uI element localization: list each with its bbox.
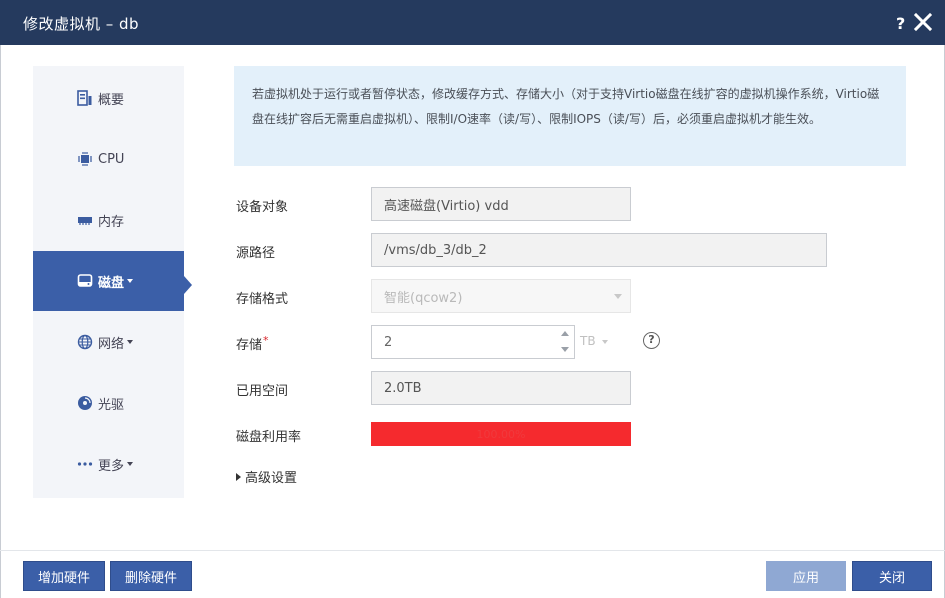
- disk-usage-text: 100.00%: [476, 427, 526, 441]
- close-icon[interactable]: [914, 12, 932, 32]
- sidebar-item-label: 更多: [98, 458, 125, 474]
- disk-usage-label: 磁盘利用率: [236, 430, 302, 445]
- disk-usage-fill: 100.00%: [371, 422, 631, 446]
- storage-size-input[interactable]: 2: [371, 325, 575, 359]
- question-icon[interactable]: ?: [643, 332, 660, 349]
- close-button[interactable]: 关闭: [852, 561, 932, 591]
- format-label: 存储格式: [236, 292, 289, 307]
- stepper-up-icon[interactable]: [561, 331, 569, 336]
- cpu-icon: [77, 151, 93, 167]
- source-path-field: /vms/db_3/db_2: [371, 233, 827, 267]
- summary-icon: [77, 90, 93, 106]
- chevron-down-icon: [614, 294, 622, 299]
- sidebar-item-disk[interactable]: 磁盘: [33, 251, 184, 311]
- storage-unit-value: TB: [580, 334, 596, 348]
- sidebar-item-memory[interactable]: 内存: [33, 190, 184, 250]
- sidebar-item-label: 网络: [98, 336, 125, 352]
- apply-button[interactable]: 应用: [766, 561, 846, 591]
- chevron-down-icon: [601, 339, 608, 344]
- storage-label: 存储*: [236, 334, 269, 353]
- device-label: 设备对象: [236, 200, 289, 215]
- chevron-down-icon: [127, 462, 134, 466]
- sidebar-nav: 概要 CPU 内存 磁盘 网络 光驱 更多: [33, 66, 184, 498]
- network-icon: [77, 334, 93, 350]
- sidebar-item-more[interactable]: 更多: [33, 434, 184, 494]
- sidebar-item-label: 内存: [98, 214, 125, 230]
- caret-right-icon: [236, 472, 241, 481]
- more-icon: [77, 456, 93, 472]
- device-value: 高速磁盘(Virtio) vdd: [384, 198, 509, 214]
- add-hardware-button[interactable]: 增加硬件: [23, 561, 105, 591]
- storage-label-text: 存储: [236, 338, 263, 353]
- active-nav-pointer: [184, 276, 192, 294]
- sidebar-item-cdrom[interactable]: 光驱: [33, 373, 184, 433]
- sidebar-item-label: 磁盘: [98, 275, 125, 291]
- used-space-label: 已用空间: [236, 384, 289, 399]
- storage-size-stepper: [556, 325, 574, 359]
- footer-divider: [0, 550, 945, 551]
- disk-icon: [77, 273, 93, 289]
- storage-unit-select[interactable]: TB: [580, 334, 608, 348]
- cdrom-icon: [77, 395, 93, 411]
- source-path-value: /vms/db_3/db_2: [384, 242, 487, 258]
- sidebar-item-label: 光驱: [98, 397, 125, 413]
- format-select[interactable]: 智能(qcow2): [371, 279, 631, 313]
- disk-usage-bar: 100.00%: [371, 422, 631, 446]
- storage-size-value: 2: [384, 334, 393, 350]
- sidebar-item-label: CPU: [98, 151, 125, 167]
- sidebar-item-network[interactable]: 网络: [33, 312, 184, 372]
- sidebar-item-summary[interactable]: 概要: [33, 68, 184, 128]
- restart-notice: 若虚拟机处于运行或者暂停状态，修改缓存方式、存储大小（对于支持Virtio磁盘在…: [234, 66, 906, 166]
- advanced-settings-toggle[interactable]: 高级设置: [236, 467, 297, 486]
- sidebar-item-cpu[interactable]: CPU: [33, 129, 184, 189]
- required-mark: *: [263, 334, 269, 347]
- dialog-title: 修改虚拟机 – db: [23, 15, 140, 33]
- chevron-down-icon: [127, 340, 134, 344]
- help-icon[interactable]: ?: [896, 14, 905, 33]
- memory-icon: [77, 212, 93, 228]
- format-value: 智能(qcow2): [384, 290, 463, 306]
- chevron-down-icon: [127, 279, 134, 283]
- stepper-down-icon[interactable]: [561, 347, 569, 352]
- sidebar-item-label: 概要: [98, 92, 125, 108]
- delete-hardware-button[interactable]: 删除硬件: [110, 561, 192, 591]
- used-space-value: 2.0TB: [384, 380, 422, 396]
- device-field: 高速磁盘(Virtio) vdd: [371, 187, 631, 221]
- dialog-left-border: [0, 45, 1, 598]
- used-space-field: 2.0TB: [371, 371, 631, 405]
- dialog-titlebar: 修改虚拟机 – db ?: [0, 0, 945, 45]
- source-path-label: 源路径: [236, 246, 276, 261]
- advanced-settings-label: 高级设置: [245, 471, 298, 486]
